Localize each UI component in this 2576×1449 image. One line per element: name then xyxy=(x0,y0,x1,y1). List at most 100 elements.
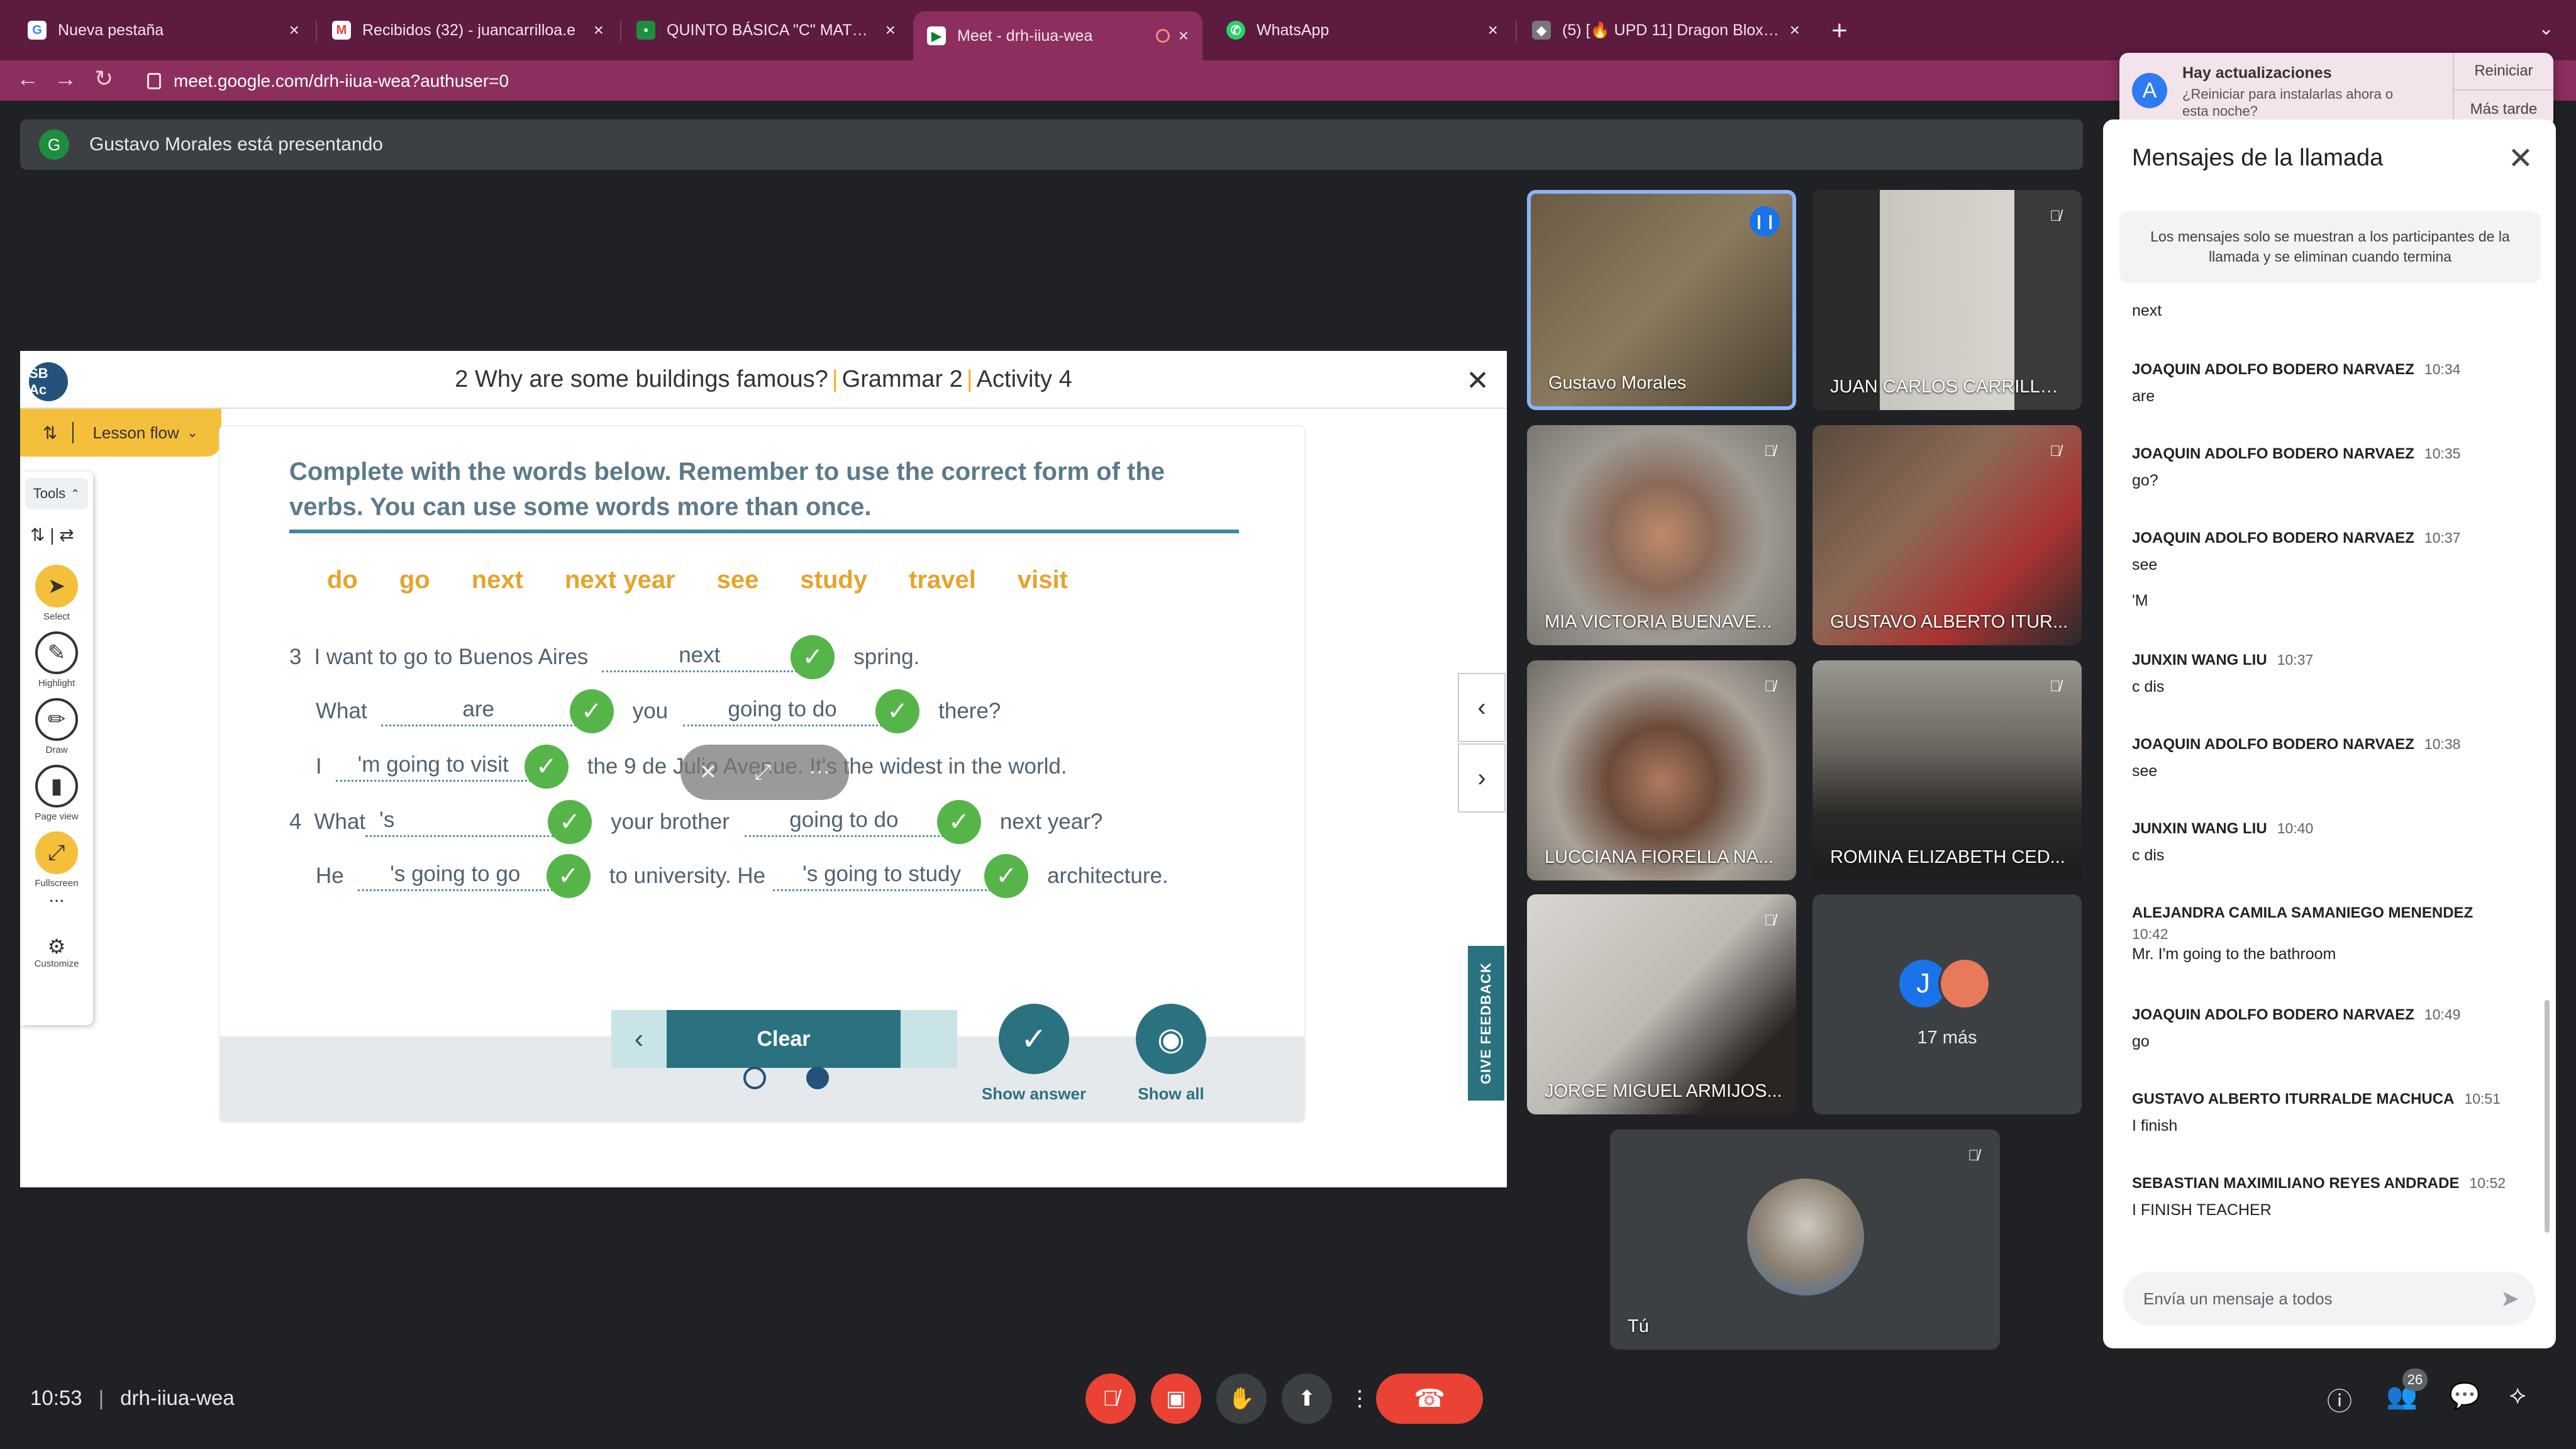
page-indicator-1[interactable] xyxy=(743,1067,766,1089)
chat-scrollbar[interactable] xyxy=(2545,1000,2550,1233)
answer-blank[interactable]: next xyxy=(602,643,797,672)
back-icon[interactable]: ← xyxy=(16,65,39,92)
tab-gmail[interactable]: M Recibidos (32) - juancarrilloa.e × xyxy=(318,11,618,49)
check-icon: ✓ xyxy=(548,800,592,844)
url-field[interactable]: meet.google.com/drh-iiua-wea?authuser=0 xyxy=(132,67,2082,96)
answer-blank[interactable]: 's going to go xyxy=(357,862,553,891)
self-tile[interactable]: 🎙̸ Tú xyxy=(1610,1130,2000,1350)
sentence-text: I xyxy=(316,754,322,779)
info-icon[interactable]: ⓘ xyxy=(2327,1381,2352,1418)
close-tab-icon[interactable]: × xyxy=(1179,26,1189,46)
checkmark-icon: ✓ xyxy=(1021,1021,1047,1057)
new-tab-icon[interactable]: + xyxy=(1831,15,1848,47)
message-sender: ALEJANDRA CAMILA SAMANIEGO MENENDEZ xyxy=(2132,904,2473,921)
send-icon[interactable]: ➤ xyxy=(2501,1285,2519,1312)
select-tool[interactable]: ➤ Select xyxy=(20,565,93,622)
restart-button[interactable]: Reiniciar xyxy=(2453,53,2553,91)
participant-name: Tú xyxy=(1628,1316,1649,1336)
more-options-button[interactable]: ⋮ xyxy=(1347,1374,1372,1424)
participant-tile[interactable]: 🎙̸ MIA VICTORIA BUENAVE... xyxy=(1527,425,1796,645)
activities-icon[interactable]: ⟡ xyxy=(2509,1381,2526,1409)
participant-tile[interactable]: 🎙̸ ROMINA ELIZABETH CED... xyxy=(1813,660,2082,880)
tab-list-chevron-icon[interactable]: ⌄ xyxy=(2538,18,2554,40)
tab-whatsapp[interactable]: ✆ WhatsApp × xyxy=(1213,11,1512,49)
close-tab-icon[interactable]: × xyxy=(594,20,604,40)
message-sender: JUNXIN WANG LIU xyxy=(2132,820,2267,837)
sentence-text: I want to go to Buenos Aires xyxy=(314,645,589,669)
word-bank-item: see xyxy=(716,566,759,594)
divider xyxy=(289,530,1239,533)
chat-notice: Los mensajes solo se muestran a los part… xyxy=(2119,211,2541,283)
more-vertical-icon: ⋮ xyxy=(1349,1387,1370,1411)
close-tab-icon[interactable]: × xyxy=(886,20,896,40)
mic-toggle-button[interactable]: 🎙̸ xyxy=(1085,1374,1136,1424)
previous-page-icon[interactable]: ‹ xyxy=(611,1023,667,1055)
forward-icon[interactable]: → xyxy=(54,65,77,92)
leave-call-button[interactable]: ☎ xyxy=(1376,1374,1483,1424)
chat-message: JOAQUIN ADOLFO BODERO NARVAEZ 10:38 see xyxy=(2132,736,2522,780)
check-icon: ✓ xyxy=(524,745,569,789)
answer-blank[interactable]: 's going to study xyxy=(773,862,991,891)
tools-toggle[interactable]: Tools ⌃ xyxy=(25,478,88,509)
title-divider: | xyxy=(831,365,838,392)
chat-input[interactable]: Envía un mensaje a todos ➤ xyxy=(2123,1272,2536,1326)
check-icon: ✓ xyxy=(546,854,591,898)
customize-tool[interactable]: ⚙ Customize xyxy=(20,935,93,969)
more-tools-icon[interactable]: ... xyxy=(20,886,93,907)
participant-name: MIA VICTORIA BUENAVE... xyxy=(1545,612,1772,632)
page-view-tool[interactable]: ▮ Page view xyxy=(20,765,93,822)
people-count-badge: 26 xyxy=(2402,1368,2428,1391)
participant-name: Gustavo Morales xyxy=(1548,373,1687,393)
presenting-banner: G Gustavo Morales está presentando xyxy=(20,119,2083,170)
tab-roblox[interactable]: ◆ (5) [🔥 UPD 11] Dragon Blox - R × xyxy=(1518,11,1814,49)
roblox-icon: ◆ xyxy=(1532,21,1551,40)
more-options-icon[interactable]: ⋯ xyxy=(809,760,830,785)
pin-icon[interactable]: ✕ xyxy=(699,760,718,785)
close-icon[interactable]: ✕ xyxy=(1466,365,1489,397)
answer-blank[interactable]: 's xyxy=(365,808,555,837)
previous-activity-button[interactable]: ‹ xyxy=(1458,673,1506,742)
chat-message: ALEJANDRA CAMILA SAMANIEGO MENENDEZ 10:4… xyxy=(2132,904,2522,963)
answer-blank[interactable]: 'm going to visit xyxy=(335,752,531,782)
answer-blank[interactable]: going to do xyxy=(744,808,943,837)
give-feedback-button[interactable]: GIVE FEEDBACK xyxy=(1468,946,1504,1101)
chat-icon[interactable]: 💬 xyxy=(2449,1381,2480,1411)
camera-toggle-button[interactable]: ▣ xyxy=(1151,1374,1201,1424)
participant-tile[interactable]: 🎙̸ JUAN CARLOS CARRILLO... xyxy=(1813,190,2082,410)
show-answer-button[interactable]: ✓ xyxy=(999,1004,1069,1074)
show-all-button[interactable]: ◉ xyxy=(1136,1004,1206,1074)
mic-off-icon: 🎙̸ xyxy=(1764,912,1775,929)
expand-icon[interactable]: ⤢ xyxy=(755,760,772,785)
close-tab-icon[interactable]: × xyxy=(289,20,299,40)
tab-meet[interactable]: ▶ Meet - drh-iiua-wea × xyxy=(913,11,1202,60)
chat-input-placeholder: Envía un mensaje a todos xyxy=(2143,1289,2333,1308)
present-button[interactable]: ⬆ xyxy=(1282,1374,1332,1424)
swap-arrows-icon[interactable]: ⇅ | ⇄ xyxy=(30,525,74,545)
sentence-text: there? xyxy=(938,699,1001,723)
lesson-section: Grammar 2 xyxy=(841,365,963,392)
tab-classroom[interactable]: ▪ QUINTO BÁSICA "C" MATUTIN × xyxy=(623,11,909,49)
tab-nueva-pestana[interactable]: G Nueva pestaña × xyxy=(14,11,313,49)
tab-label: Recibidos (32) - juancarrilloa.e xyxy=(362,21,576,39)
participant-tile[interactable]: 🎙̸ LUCCIANA FIORELLA NA... xyxy=(1527,660,1796,880)
highlight-tool[interactable]: ✎ Highlight xyxy=(20,631,93,689)
page-indicator-2[interactable] xyxy=(806,1067,829,1089)
next-activity-button[interactable]: › xyxy=(1458,743,1506,813)
more-participants-tile[interactable]: J 17 más xyxy=(1813,894,2082,1114)
close-tab-icon[interactable]: × xyxy=(1488,20,1498,40)
lesson-flow-label: Lesson flow xyxy=(92,423,179,442)
answer-blank[interactable]: going to do xyxy=(683,697,882,726)
lesson-flow-button[interactable]: ⇅ Lesson flow ⌄ xyxy=(20,409,221,457)
clear-button[interactable]: Clear xyxy=(667,1010,901,1068)
participant-tile[interactable]: 🎙̸ JORGE MIGUEL ARMIJOS... xyxy=(1527,894,1796,1114)
close-icon[interactable]: ✕ xyxy=(2508,141,2533,176)
answer-blank[interactable]: are xyxy=(380,697,576,726)
draw-tool[interactable]: ✏ Draw xyxy=(20,698,93,755)
reload-icon[interactable]: ↻ xyxy=(94,65,113,92)
participant-tile[interactable]: 🎙̸ GUSTAVO ALBERTO ITUR... xyxy=(1813,425,2082,645)
show-answer-label: Show answer xyxy=(981,1084,1087,1103)
fullscreen-tool[interactable]: ⤢ Fullscreen xyxy=(20,831,93,889)
close-tab-icon[interactable]: × xyxy=(1790,20,1800,40)
participant-tile[interactable]: ❙❙ Gustavo Morales xyxy=(1527,190,1796,410)
raise-hand-button[interactable]: ✋ xyxy=(1216,1374,1267,1424)
